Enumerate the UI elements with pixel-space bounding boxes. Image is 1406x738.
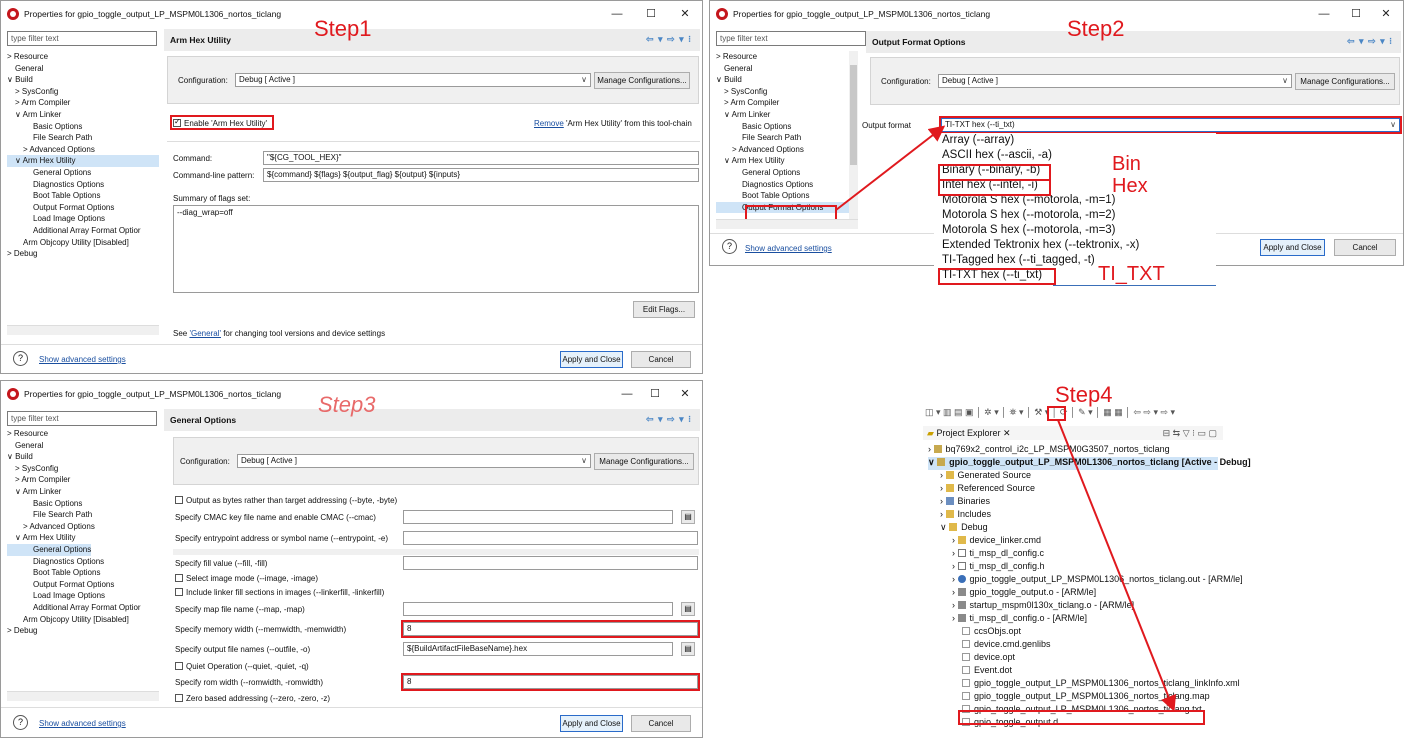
annotation-arrows [835,125,1176,712]
arrow-to-txt-file [1057,419,1176,712]
arrow-to-output-format [835,125,946,211]
